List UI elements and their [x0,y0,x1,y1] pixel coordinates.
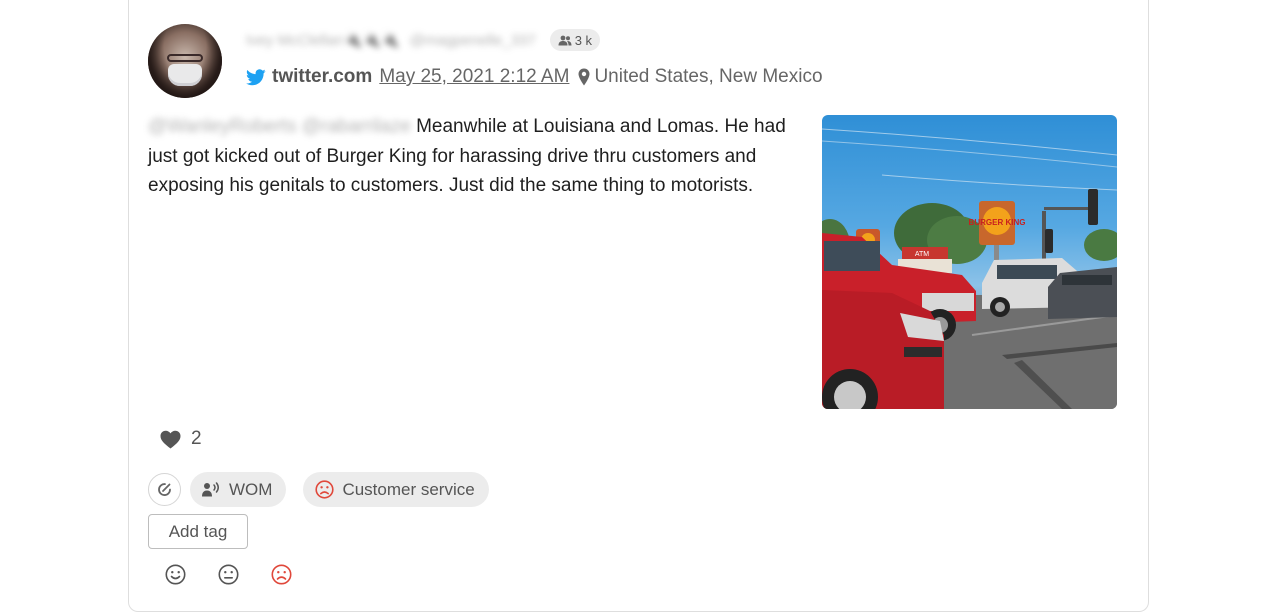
add-tag-button[interactable]: Add tag [148,514,248,549]
post-date-link[interactable]: May 25, 2021 2:12 AM [379,66,569,88]
neutral-face-icon[interactable] [217,563,239,585]
location-pin-icon [578,68,590,86]
tag-label: Customer service [342,479,475,499]
author-name[interactable]: Ivey McClellan🔌🔌🔌 [246,31,400,49]
post-mentions[interactable]: @WanleyRoberts @rabarrilaze [148,116,411,137]
likes: 2 [160,428,202,450]
heart-icon[interactable] [160,430,181,449]
positive-face-icon[interactable] [164,563,186,585]
post-image[interactable]: BURGER KING ATM [822,115,1117,409]
negative-face-icon[interactable] [270,563,292,585]
post-location: United States, New Mexico [594,66,823,87]
tags-row: WOM Customer service [148,472,489,507]
face-mask-shape [168,64,202,86]
author-handle[interactable]: @magpenelle_337 [410,32,536,49]
sign-brand-text: BURGER KING [969,218,1026,227]
tag-chip-customer-service[interactable]: Customer service [303,472,489,507]
sentiment-selector [164,563,323,585]
edit-tags-button[interactable] [148,473,181,506]
atm-sign-text: ATM [915,251,929,258]
post-text: @WanleyRoberts @rabarrilaze Meanwhile at… [148,112,808,201]
users-icon [558,35,572,45]
twitter-icon [246,68,266,85]
sad-face-icon [315,480,335,499]
edit-circle-icon [158,483,171,496]
megaphone-user-icon [202,482,221,497]
followers-count: 3 k [574,32,593,48]
followers-badge: 3 k [549,29,601,51]
likes-count: 2 [191,428,202,449]
glasses-shape [167,54,203,62]
tag-label: WOM [229,479,273,499]
author-row: Ivey McClellan🔌🔌🔌 @magpenelle_337 3 k [246,28,601,52]
tag-chip-wom[interactable]: WOM [190,472,287,507]
source-row: twitter.com May 25, 2021 2:12 AM United … [246,64,823,90]
source-site[interactable]: twitter.com [272,66,372,88]
post-card: Ivey McClellan🔌🔌🔌 @magpenelle_337 3 k tw… [128,0,1149,612]
author-avatar[interactable] [148,24,222,98]
